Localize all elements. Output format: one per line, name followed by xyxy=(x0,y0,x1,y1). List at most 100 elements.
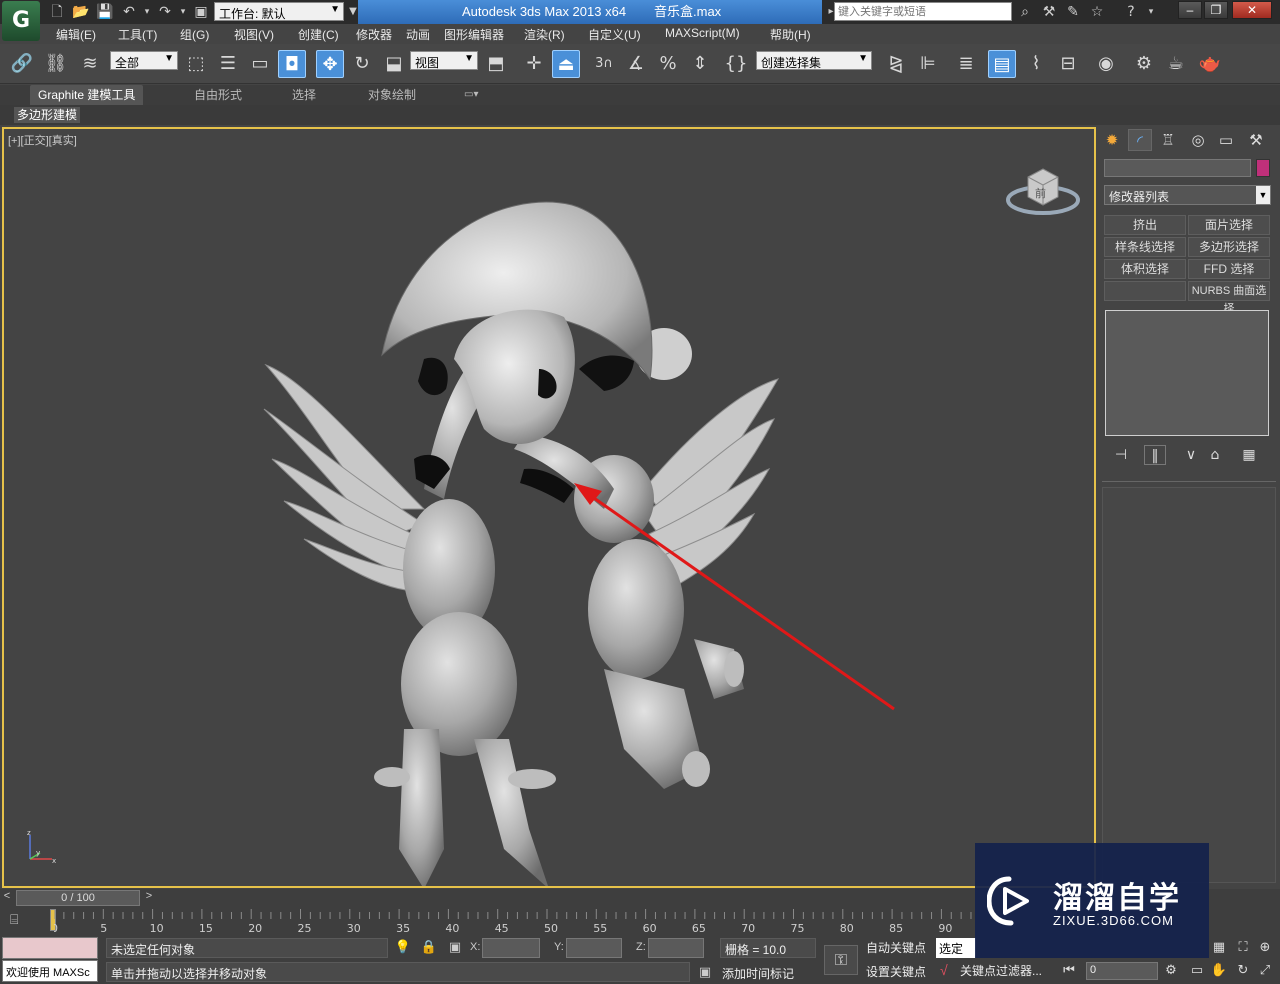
selection-filter-dropdown[interactable]: 全部 ▼ xyxy=(110,51,178,70)
key-filters-button[interactable]: 关键点过滤器... xyxy=(960,962,1042,979)
maximize-viewport-icon[interactable]: ⤢ xyxy=(1256,962,1274,980)
window-crossing-icon[interactable]: ◘ xyxy=(278,50,306,78)
menu-maxscript[interactable]: MAXScript(M) xyxy=(665,26,740,40)
time-slider-thumb[interactable]: 0 / 100 xyxy=(16,890,140,906)
menu-rendering[interactable]: 渲染(R) xyxy=(524,26,565,43)
y-coordinate-field[interactable] xyxy=(566,938,622,958)
utilities-tab-icon[interactable]: ⚒ xyxy=(1244,129,1268,151)
object-color-swatch[interactable] xyxy=(1256,159,1270,177)
tab-graphite-modeling[interactable]: Graphite 建模工具 xyxy=(30,85,144,105)
search-input[interactable] xyxy=(834,2,1012,21)
modify-tab-icon[interactable]: ◜ xyxy=(1128,129,1152,151)
render-setup-icon[interactable]: ⚙ xyxy=(1130,50,1158,78)
menu-group[interactable]: 组(G) xyxy=(180,26,209,43)
zoom-all-icon[interactable]: ⛶ xyxy=(1234,939,1252,957)
bind-space-warp-icon[interactable]: ≋ xyxy=(76,50,104,78)
prev-frame-icon[interactable]: < xyxy=(0,890,14,906)
snaps-toggle-icon[interactable]: 3∩ xyxy=(590,50,618,78)
material-editor-icon[interactable]: ◉ xyxy=(1092,50,1120,78)
menu-graph-editors[interactable]: 图形编辑器 xyxy=(444,26,504,43)
close-button[interactable]: ✕ xyxy=(1232,1,1272,19)
time-tag-icon[interactable]: ▣ xyxy=(696,964,714,982)
help-dropdown-icon[interactable]: ▾ xyxy=(1142,3,1160,21)
maximize-button[interactable]: ❐ xyxy=(1204,1,1228,19)
mini-curve-editor-icon[interactable]: ⌸ xyxy=(10,911,32,931)
spinner-snap-icon[interactable]: ⇕ xyxy=(686,50,714,78)
graphite-toggle-icon[interactable]: ▤ xyxy=(988,50,1016,78)
maxscript-mini-listener[interactable]: 欢迎使用 MAXSc xyxy=(2,960,98,982)
named-selection-dropdown[interactable]: 创建选择集 ▼ xyxy=(756,51,872,70)
zoom-region-icon[interactable]: ⊕ xyxy=(1256,939,1274,957)
object-name-field[interactable] xyxy=(1104,159,1251,177)
show-end-result-icon[interactable]: ‖ xyxy=(1144,445,1166,465)
create-tab-icon[interactable]: ✹ xyxy=(1100,129,1124,151)
hierarchy-tab-icon[interactable]: ♖ xyxy=(1156,129,1180,151)
make-unique-icon[interactable]: ∨ xyxy=(1180,445,1202,465)
modifier-list-dropdown[interactable]: 修改器列表 ▼ xyxy=(1104,185,1271,205)
modifier-stack[interactable] xyxy=(1105,310,1269,436)
communication-icon[interactable]: ✎ xyxy=(1064,3,1082,21)
set-key-button[interactable]: 设置关键点 xyxy=(866,963,926,980)
x-coordinate-field[interactable] xyxy=(482,938,540,958)
maxscript-listener-swatch[interactable] xyxy=(2,937,98,959)
curve-editor-icon[interactable]: ⌇ xyxy=(1022,50,1050,78)
edit-named-selection-icon[interactable]: {} xyxy=(722,50,750,78)
remove-modifier-icon[interactable]: ⌂ xyxy=(1204,445,1226,465)
layer-manager-icon[interactable]: ≣ xyxy=(952,50,980,78)
open-file-icon[interactable]: 📂 xyxy=(72,3,90,21)
absolute-mode-icon[interactable]: ▣ xyxy=(446,939,464,957)
spline-select-button[interactable]: 样条线选择 xyxy=(1104,237,1186,257)
tab-object-paint[interactable]: 对象绘制 xyxy=(360,85,424,105)
schematic-view-icon[interactable]: ⊟ xyxy=(1054,50,1082,78)
field-of-view-icon[interactable]: ▭ xyxy=(1188,962,1206,980)
reference-coord-dropdown[interactable]: 视图 ▼ xyxy=(410,51,478,70)
help-icon[interactable]: ? xyxy=(1122,3,1140,21)
menu-help[interactable]: 帮助(H) xyxy=(770,26,811,43)
configure-sets-icon[interactable]: ▦ xyxy=(1238,445,1260,465)
menu-customize[interactable]: 自定义(U) xyxy=(588,26,641,43)
next-frame-icon[interactable]: > xyxy=(142,890,156,906)
favorites-star-icon[interactable]: ☆ xyxy=(1088,3,1106,21)
minimize-button[interactable]: – xyxy=(1178,1,1202,19)
viewcube[interactable]: 前 xyxy=(1006,163,1080,217)
menu-tools[interactable]: 工具(T) xyxy=(118,26,157,43)
patch-select-button[interactable]: 面片选择 xyxy=(1188,215,1270,235)
ffd-select-button[interactable]: FFD 选择 xyxy=(1188,259,1270,279)
scene-render[interactable] xyxy=(4,129,1096,888)
align-icon[interactable]: ⊫ xyxy=(914,50,942,78)
motion-tab-icon[interactable]: ◎ xyxy=(1186,129,1210,151)
keyboard-shortcut-override-icon[interactable]: ⏏ xyxy=(552,50,580,78)
time-config-icon[interactable]: ⚙ xyxy=(1162,962,1180,980)
workspace-dropdown[interactable]: 工作台: 默认 ▼ xyxy=(214,2,344,21)
save-file-icon[interactable]: 💾 xyxy=(96,3,114,21)
tab-selection[interactable]: 选择 xyxy=(284,85,324,105)
undo-icon[interactable]: ↶ xyxy=(120,3,138,21)
lock-selection-icon[interactable]: 🔒 xyxy=(420,939,438,957)
key-mode-toggle-icon[interactable]: ⏮ xyxy=(1060,962,1078,980)
orbit-icon[interactable]: ↻ xyxy=(1234,962,1252,980)
select-by-name-icon[interactable]: ☰ xyxy=(214,50,242,78)
extrude-button[interactable]: 挤出 xyxy=(1104,215,1186,235)
menu-views[interactable]: 视图(V) xyxy=(234,26,274,43)
ribbon-options-icon[interactable]: ▭▾ xyxy=(456,85,486,105)
zoom-extents-icon[interactable]: ▦ xyxy=(1210,939,1228,957)
menu-animation[interactable]: 动画 xyxy=(406,26,430,43)
z-coordinate-field[interactable] xyxy=(648,938,704,958)
front-viewport[interactable]: [+][正交][真实] 前 z x y xyxy=(2,127,1096,888)
pin-stack-icon[interactable]: ⊣ xyxy=(1110,445,1132,465)
tab-freeform[interactable]: 自由形式 xyxy=(186,85,250,105)
polygon-modeling-panel[interactable]: 多边形建模 xyxy=(14,107,81,123)
angle-snap-icon[interactable]: ∡ xyxy=(622,50,650,78)
redo-icon[interactable]: ↷ xyxy=(156,3,174,21)
viewport-label[interactable]: [+][正交][真实] xyxy=(8,132,77,148)
menu-create[interactable]: 创建(C) xyxy=(298,26,339,43)
app-logo-icon[interactable]: G xyxy=(2,1,40,41)
pan-hand-icon[interactable]: ✋ xyxy=(1210,962,1228,980)
unlink-icon[interactable]: ⛓ xyxy=(42,50,70,78)
binoculars-icon[interactable]: ⌕ xyxy=(1016,3,1034,21)
add-time-tag[interactable]: 添加时间标记 xyxy=(718,962,818,982)
select-object-icon[interactable]: ⬚ xyxy=(182,50,210,78)
poly-select-button[interactable]: 多边形选择 xyxy=(1188,237,1270,257)
volume-select-button[interactable]: 体积选择 xyxy=(1104,259,1186,279)
select-and-move-icon[interactable]: ✥ xyxy=(316,50,344,78)
